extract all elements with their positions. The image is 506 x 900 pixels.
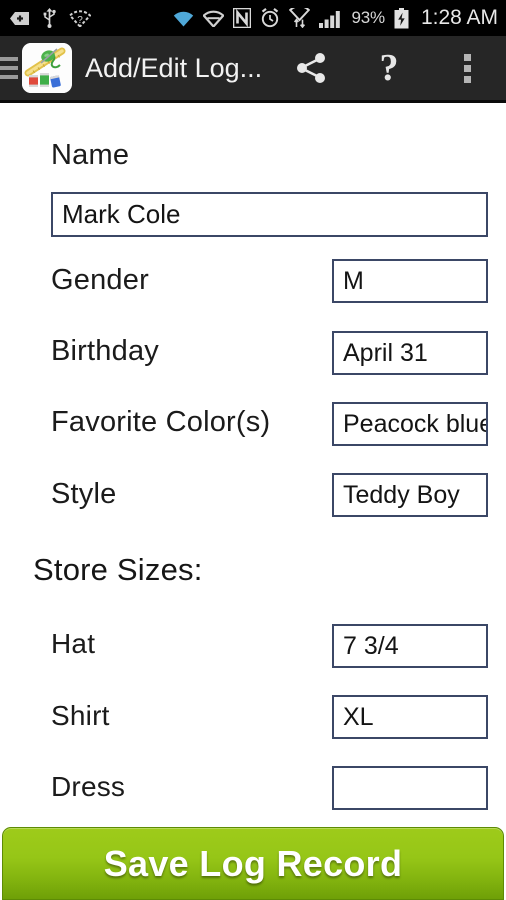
svg-text:?: ? xyxy=(77,15,83,26)
label-gender: Gender xyxy=(51,264,149,296)
alarm-icon xyxy=(261,8,278,28)
wifi-transfer-icon xyxy=(288,8,310,28)
hamburger-menu-icon[interactable] xyxy=(0,35,18,102)
save-button-label: Save Log Record xyxy=(103,842,403,884)
sewing-kit-icon[interactable] xyxy=(22,43,72,93)
share-icon xyxy=(297,53,325,83)
status-bar-right-icons: 93% 1:28 AM xyxy=(173,6,498,30)
birthday-input[interactable]: April 31 xyxy=(332,331,488,375)
vpn-shield-icon xyxy=(202,10,224,27)
status-bar-left-icons: ? xyxy=(10,8,91,28)
clock-label: 1:28 AM xyxy=(420,6,498,29)
footer-bar: Save Log Record xyxy=(0,827,506,900)
usb-icon xyxy=(43,8,56,28)
overflow-menu-button[interactable] xyxy=(428,35,506,102)
section-title: Store Sizes: xyxy=(33,552,203,587)
cell-signal-icon xyxy=(318,10,340,28)
page-title: Add/Edit Log... xyxy=(85,52,263,83)
nfc-icon xyxy=(232,8,251,28)
label-dress: Dress xyxy=(51,771,126,802)
gender-input[interactable]: M xyxy=(332,259,488,303)
label-shirt: Shirt xyxy=(51,700,110,731)
name-input[interactable]: Mark Cole xyxy=(51,192,488,237)
shirt-size-input[interactable]: XL xyxy=(332,695,488,739)
wifi-question-icon: ? xyxy=(69,9,91,27)
overflow-menu-icon xyxy=(463,53,471,83)
action-bar: Add/Edit Log... ? xyxy=(0,36,506,103)
dress-size-input[interactable] xyxy=(332,766,488,810)
label-favorite-colors: Favorite Color(s) xyxy=(51,406,271,438)
section-header-store-sizes: Store Sizes: xyxy=(33,552,506,588)
field-row-name: Name xyxy=(51,139,506,172)
back-sd-icon xyxy=(10,11,29,25)
battery-charging-icon xyxy=(394,7,409,28)
label-name: Name xyxy=(51,139,130,171)
share-button[interactable] xyxy=(272,35,350,102)
style-input[interactable]: Teddy Boy xyxy=(332,473,488,517)
favorite-colors-input[interactable]: Peacock blue xyxy=(332,402,488,446)
label-hat: Hat xyxy=(51,628,96,659)
help-icon: ? xyxy=(379,47,399,89)
help-button[interactable]: ? xyxy=(350,35,428,102)
battery-percent-label: 93% xyxy=(351,8,386,27)
action-bar-buttons: ? xyxy=(272,35,506,102)
label-style: Style xyxy=(51,478,117,510)
form-content: Name Mark Cole Gender M Birthday April 3… xyxy=(0,106,506,827)
app-screen: ? 93% 1:28 AM Add/Edit Log... ? Name Mar… xyxy=(0,0,506,900)
save-log-record-button[interactable]: Save Log Record xyxy=(2,827,504,900)
wifi-icon xyxy=(173,11,193,26)
label-birthday: Birthday xyxy=(51,335,159,367)
hat-size-input[interactable]: 7 3/4 xyxy=(332,624,488,668)
status-bar: ? 93% 1:28 AM xyxy=(0,0,506,36)
